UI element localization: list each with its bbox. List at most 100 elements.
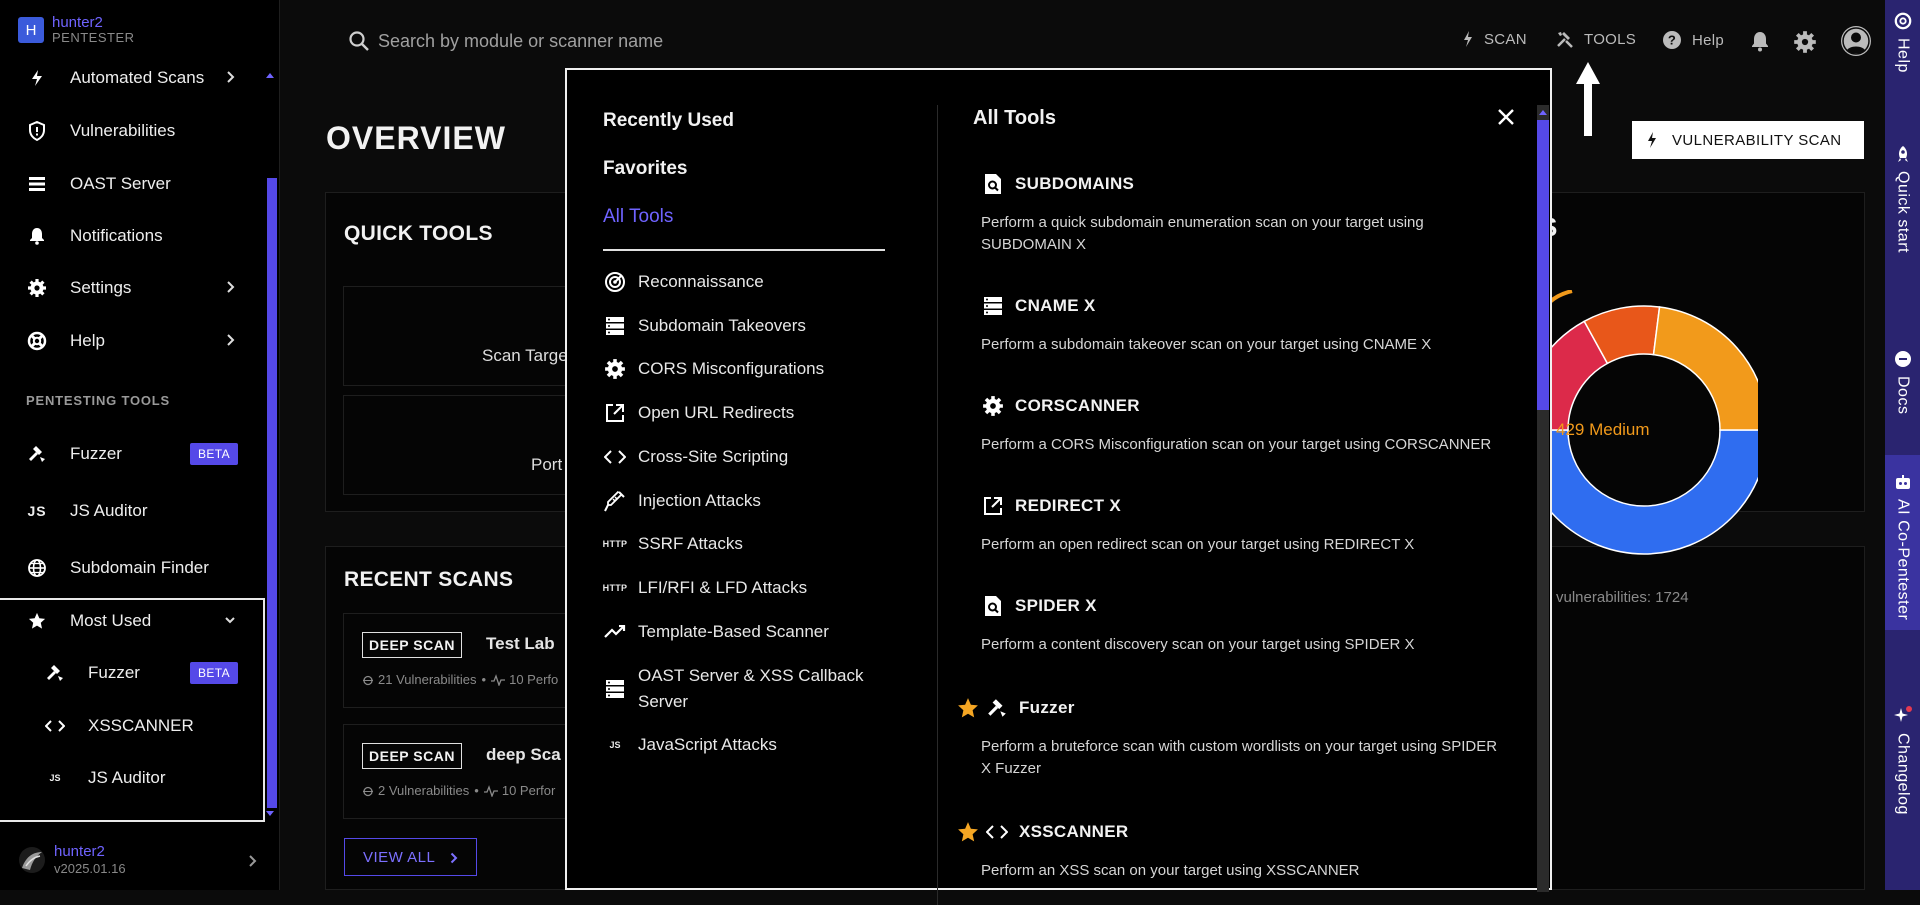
chevron-down-icon [224,616,236,626]
category-subdomain-takeovers[interactable]: Subdomain Takeovers [603,313,806,339]
lifebuoy-icon [26,330,48,352]
category-label: Subdomain Takeovers [638,316,806,335]
category-lfi-rfi-lfd-attacks[interactable]: HTTP LFI/RFI & LFD Attacks [603,575,807,601]
tool-item-corscanner[interactable]: CORSCANNER Perform a CORS Misconfigurati… [973,394,1513,456]
modal-scroll-up-arrow[interactable] [1539,110,1547,115]
recent-scan-row[interactable]: DEEP SCAN deep Sca 2 Vulnerabilities • 1… [343,724,583,819]
scan-label: SCAN [1484,30,1527,48]
category-oast-server-xss-callback[interactable]: OAST Server & XSS Callback Server [603,663,903,715]
category-cors-misconfigurations[interactable]: CORS Misconfigurations [603,356,824,382]
sidebar-item-most-used[interactable]: Most Used [0,601,262,641]
tool-item-xsscanner[interactable]: XSSCANNER Perform an XSS scan on your ta… [957,820,1497,882]
modal-nav-recently-used[interactable]: Recently Used [603,110,734,132]
quick-tools-title: QUICK TOOLS [344,222,493,245]
tools-link[interactable]: TOOLS [1556,30,1636,48]
help-label: Help [1692,31,1725,49]
chevron-right-icon [226,70,236,84]
sidebar-item-subdomain-finder[interactable]: Subdomain Finder [0,548,262,588]
tool-item-redirect-x[interactable]: REDIRECT X Perform an open redirect scan… [973,494,1513,556]
rail-quick-start[interactable]: Quick start [1885,145,1920,253]
user-avatar [18,846,46,874]
modal-scroll-thumb[interactable] [1537,120,1549,410]
help-circle-icon: ? [1662,30,1692,50]
scroll-up-arrow[interactable] [266,73,274,78]
category-javascript-attacks[interactable]: JS JavaScript Attacks [603,732,776,758]
category-cross-site-scripting[interactable]: Cross-Site Scripting [603,444,788,470]
category-label: Cross-Site Scripting [638,447,789,466]
list-icon [26,173,48,195]
recent-scan-row[interactable]: DEEP SCAN Test Lab 21 Vulnerabilities • … [343,613,583,708]
modal-nav-favorites[interactable]: Favorites [603,158,687,180]
vulnerability-scan-button[interactable]: VULNERABILITY SCAN [1632,121,1864,159]
donut-center-label: 429 Medium [1556,420,1650,439]
sidebar-item-notifications[interactable]: Notifications [0,216,262,256]
most-used-item-js-auditor[interactable]: JS JS Auditor [0,758,262,798]
scan-link[interactable]: SCAN [1462,30,1527,48]
scan-vulns: 2 Vulnerabilities [378,783,470,798]
star-icon [26,610,48,632]
category-open-url-redirects[interactable]: Open URL Redirects [603,400,794,426]
sidebar-item-help[interactable]: Help [0,321,262,361]
modal-nav-all-tools[interactable]: All Tools [603,206,673,228]
tool-item-spider-x[interactable]: SPIDER X Perform a content discovery sca… [973,594,1513,656]
favorite-star-icon[interactable] [957,821,979,843]
donut-slice [1519,429,1758,555]
category-label: CORS Misconfigurations [638,359,825,378]
rail-docs[interactable]: Docs [1885,350,1920,414]
scan-meta: 2 Vulnerabilities • 10 Perfor [362,783,555,798]
sidebar-item-vulnerabilities[interactable]: Vulnerabilities [0,111,262,151]
tool-item-fuzzer[interactable]: Fuzzer Perform a bruteforce scan with cu… [957,696,1497,780]
sidebar-item-label: Automated Scans [70,68,205,87]
scroll-down-arrow[interactable] [266,811,274,816]
vulnerabilities-total: vulnerabilities: 1724 [1556,589,1689,606]
tool-name: CORSCANNER [1015,396,1140,415]
syringe-icon [603,488,627,514]
bell-icon [26,225,48,247]
rail-changelog[interactable]: Changelog [1885,705,1920,815]
view-all-label: VIEW ALL [363,848,436,866]
category-ssrf-attacks[interactable]: HTTP SSRF Attacks [603,531,743,557]
category-reconnaissance[interactable]: Reconnaissance [603,269,764,295]
help-link[interactable]: ? Help [1662,30,1724,50]
sidebar-item-label: JS Auditor [70,501,148,520]
settings-gear-icon[interactable] [1793,30,1817,54]
tool-name: SUBDOMAINS [1015,174,1135,193]
most-used-item-xsscanner[interactable]: XSSCANNER [0,706,262,746]
recent-scans-title: RECENT SCANS [344,568,514,591]
tool-item-cname-x[interactable]: CNAME X Perform a subdomain takeover sca… [973,294,1513,356]
category-template-based-scanner[interactable]: Template-Based Scanner [603,619,829,645]
sidebar-item-oast-server[interactable]: OAST Server [0,164,262,204]
search-input[interactable] [378,26,878,56]
lifebuoy-icon [1894,12,1912,30]
rail-ai-co-pentester[interactable]: AI Co-Pentester [1885,455,1920,631]
quick-tool-tile[interactable] [343,286,583,386]
user-footer[interactable]: hunter2 v2025.01.16 [0,830,280,890]
docs-icon [1894,350,1912,368]
js-icon: JS [609,740,621,750]
account-avatar-icon[interactable] [1840,25,1872,57]
sidebar-item-settings[interactable]: Settings [0,268,262,308]
brand[interactable]: H hunter2 PENTESTER [18,14,135,46]
hammer-icon [985,696,1009,720]
js-icon: JS [49,773,61,783]
tool-item-subdomains[interactable]: SUBDOMAINS Perform a quick subdomain enu… [973,172,1513,256]
view-all-button[interactable]: VIEW ALL [344,838,477,876]
rail-help[interactable]: Help [1885,12,1920,73]
pulse-icon [491,673,506,686]
rail-label: Changelog [1894,733,1912,815]
category-injection-attacks[interactable]: Injection Attacks [603,488,761,514]
target-icon [603,269,627,295]
sidebar-item-fuzzer[interactable]: Fuzzer BETA [0,434,262,474]
sidebar-item-js-auditor[interactable]: JS JS Auditor [0,491,262,531]
pointer-arrow-up-icon [1576,62,1600,136]
close-icon[interactable] [1497,108,1515,126]
notifications-bell-icon[interactable] [1750,30,1770,52]
most-used-item-fuzzer[interactable]: Fuzzer BETA [0,653,262,693]
quick-tool-tile[interactable] [343,395,583,495]
sidebar-item-automated-scans[interactable]: Automated Scans [0,58,262,98]
tool-description: Perform a subdomain takeover scan on you… [981,336,1432,353]
search-icon [348,30,370,52]
sidebar-item-label: XSSCANNER [88,716,194,735]
sidebar-scroll-thumb[interactable] [267,178,277,808]
favorite-star-icon[interactable] [957,697,979,719]
